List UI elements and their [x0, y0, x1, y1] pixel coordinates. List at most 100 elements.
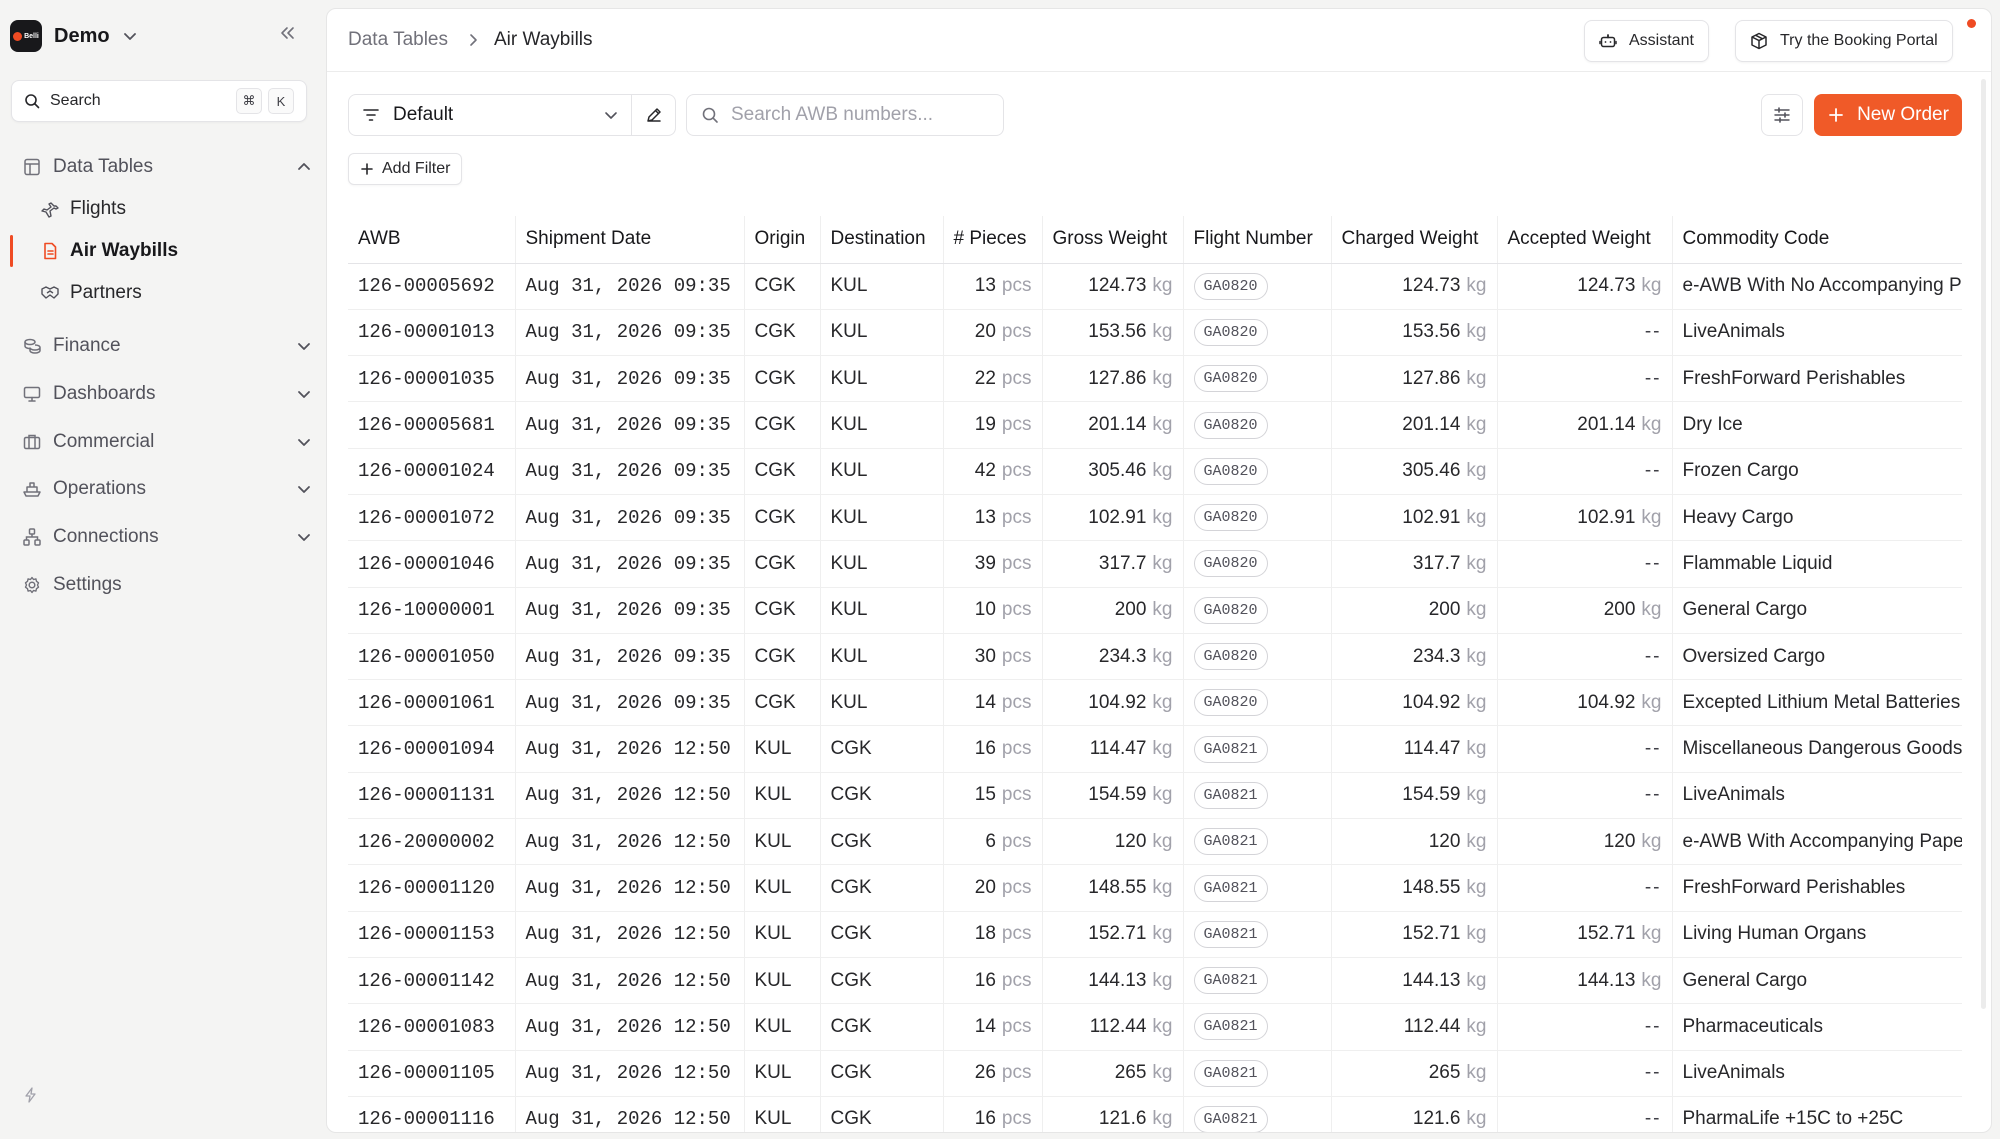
view-selector[interactable]: Default: [348, 94, 632, 136]
awb-cell: 126-00001035: [348, 355, 515, 403]
flight-number-badge[interactable]: GA0820: [1193, 689, 1268, 717]
awb-search-input[interactable]: [731, 104, 981, 126]
column-settings-button[interactable]: [1761, 94, 1803, 136]
column-header-accepted-weight[interactable]: Accepted Weight: [1496, 216, 1672, 264]
table-row[interactable]: 126-00001046 Aug 31, 2026 09:35 CGK KUL 39 pc…: [348, 540, 1962, 588]
shortcut-mod-key: ⌘: [236, 88, 262, 114]
table-row[interactable]: 126-00001072 Aug 31, 2026 09:35 CGK KUL 13 pc…: [348, 494, 1962, 542]
flight-number-badge[interactable]: GA0821: [1193, 735, 1268, 763]
flight-number-badge[interactable]: GA0821: [1193, 1013, 1268, 1041]
sidebar-item-settings[interactable]: Settings: [20, 566, 312, 604]
origin-cell: KUL: [743, 957, 820, 1005]
gross-weight-cell: 305.46 kg: [1041, 448, 1183, 495]
table-row[interactable]: 126-00001061 Aug 31, 2026 09:35 CGK KUL 14 pc…: [348, 679, 1962, 727]
table-row[interactable]: 126-00001024 Aug 31, 2026 09:35 CGK KUL 42 pc…: [348, 448, 1962, 495]
table-row[interactable]: 126-10000001 Aug 31, 2026 09:35 CGK KUL 10 pc…: [348, 587, 1962, 634]
gross-weight-cell-unit: kg: [1152, 552, 1173, 574]
column-header-flight-number[interactable]: Flight Number: [1182, 216, 1331, 264]
sidebar-item-connections[interactable]: Connections: [20, 518, 312, 556]
column-header-shipment-date[interactable]: Shipment Date: [514, 216, 744, 264]
bolt-icon[interactable]: [23, 1087, 39, 1103]
sidebar-item-flights[interactable]: Flights: [40, 190, 312, 228]
table-row[interactable]: 126-00001050 Aug 31, 2026 09:35 CGK KUL 30 pc…: [348, 633, 1962, 681]
pieces-cell: 20 pcs: [942, 864, 1042, 912]
breadcrumb-parent[interactable]: Data Tables: [348, 29, 448, 51]
pieces-cell: 14 pcs: [942, 679, 1042, 727]
charged-weight-cell-unit: kg: [1466, 691, 1487, 713]
sidebar-item-finance[interactable]: Finance: [20, 327, 312, 365]
table-row[interactable]: 126-00001083 Aug 31, 2026 12:50 KUL CGK 14 pc…: [348, 1003, 1962, 1051]
table-row[interactable]: 126-00001116 Aug 31, 2026 12:50 KUL CGK 16 pc…: [348, 1096, 1962, 1132]
table-row[interactable]: 126-00001094 Aug 31, 2026 12:50 KUL CGK 16 pc…: [348, 725, 1962, 773]
table-row[interactable]: 126-00001035 Aug 31, 2026 09:35 CGK KUL 22 pc…: [348, 355, 1962, 403]
flight-number-badge[interactable]: GA0821: [1193, 1105, 1268, 1132]
accepted-weight-cell: --: [1496, 772, 1672, 820]
table-row[interactable]: 126-00001105 Aug 31, 2026 12:50 KUL CGK 26 pc…: [348, 1050, 1962, 1097]
sidebar-item-commercial[interactable]: Commercial: [20, 423, 312, 461]
column-header-awb[interactable]: AWB: [348, 216, 515, 264]
flight-number-badge[interactable]: GA0820: [1193, 643, 1268, 671]
sidebar-item-data-tables[interactable]: Data Tables: [20, 148, 312, 186]
flight-number-badge[interactable]: GA0820: [1193, 550, 1268, 578]
column-header-commodity-code[interactable]: Commodity Code: [1671, 216, 1962, 264]
workspace-switcher[interactable]: Belli Demo: [10, 18, 138, 54]
charged-weight-cell-unit: kg: [1466, 1062, 1487, 1084]
flight-number-badge[interactable]: GA0821: [1193, 781, 1268, 809]
accepted-weight-cell-value: 200: [1603, 599, 1636, 621]
empty-value-dash: --: [1644, 321, 1662, 343]
flight-number-badge[interactable]: GA0820: [1193, 318, 1268, 346]
table-row[interactable]: 126-00001120 Aug 31, 2026 12:50 KUL CGK 20 pc…: [348, 864, 1962, 912]
accepted-weight-cell: 104.92 kg: [1496, 679, 1672, 727]
flight-number-badge[interactable]: GA0820: [1193, 365, 1268, 393]
edit-view-button[interactable]: [632, 94, 676, 136]
gross-weight-cell-unit: kg: [1152, 877, 1173, 898]
column-header-gross-weight[interactable]: Gross Weight: [1041, 216, 1183, 264]
charged-weight-cell-value: 305.46: [1402, 460, 1461, 482]
destination-cell: CGK: [819, 1050, 943, 1097]
column-header-origin[interactable]: Origin: [743, 216, 820, 264]
scrollbar[interactable]: [1981, 79, 1986, 1009]
shipment-date-cell: Aug 31, 2026 12:50: [514, 1050, 744, 1097]
table-row[interactable]: 126-00001153 Aug 31, 2026 12:50 KUL CGK 18 pc…: [348, 911, 1962, 958]
logo-text: Belli: [24, 32, 39, 40]
sidebar-item-partners[interactable]: Partners: [40, 274, 312, 312]
table-row[interactable]: 126-00005681 Aug 31, 2026 09:35 CGK KUL 19 pc…: [348, 401, 1962, 449]
sidebar-item-operations[interactable]: Operations: [20, 470, 312, 508]
awb-search[interactable]: [686, 94, 1004, 136]
flight-number-badge[interactable]: GA0821: [1193, 828, 1268, 856]
awb-cell: 126-00001116: [348, 1096, 515, 1132]
table-row[interactable]: 126-00001142 Aug 31, 2026 12:50 KUL CGK 16 pc…: [348, 957, 1962, 1005]
flight-number-badge[interactable]: GA0821: [1193, 1059, 1268, 1087]
sidebar-item-dashboards[interactable]: Dashboards: [20, 375, 312, 413]
column-header-charged-weight[interactable]: Charged Weight: [1330, 216, 1497, 264]
table-row[interactable]: 126-20000002 Aug 31, 2026 12:50 KUL CGK 6 pcs…: [348, 818, 1962, 866]
add-filter-button[interactable]: Add Filter: [348, 153, 463, 185]
shipment-date-cell: Aug 31, 2026 09:35: [514, 587, 744, 634]
sidebar-item-air-waybills[interactable]: Air Waybills: [40, 232, 312, 270]
flight-number-badge[interactable]: GA0820: [1193, 457, 1268, 485]
assistant-button[interactable]: Assistant: [1584, 20, 1709, 62]
collapse-sidebar-icon[interactable]: [278, 24, 296, 42]
awb-cell: 126-00001013: [348, 309, 515, 357]
add-filter-label: Add Filter: [382, 160, 451, 177]
column-header-pieces[interactable]: # Pieces: [942, 216, 1042, 264]
flight-number-badge[interactable]: GA0821: [1193, 967, 1268, 995]
flight-number-badge[interactable]: GA0821: [1193, 874, 1268, 902]
table-row[interactable]: 126-00005692 Aug 31, 2026 09:35 CGK KUL 13 pc…: [348, 263, 1962, 310]
table-row[interactable]: 126-00001131 Aug 31, 2026 12:50 KUL CGK 15 pc…: [348, 772, 1962, 820]
flight-number-badge[interactable]: GA0820: [1193, 411, 1268, 439]
flight-number-badge[interactable]: GA0820: [1193, 596, 1268, 624]
charged-weight-cell-unit: kg: [1466, 969, 1487, 991]
new-order-button[interactable]: New Order: [1814, 94, 1962, 136]
booking-portal-button[interactable]: Try the Booking Portal: [1735, 20, 1953, 62]
table-row[interactable]: 126-00001013 Aug 31, 2026 09:35 CGK KUL 20 pc…: [348, 309, 1962, 357]
flight-number-badge[interactable]: GA0821: [1193, 920, 1268, 948]
sidebar: Belli Demo Search ⌘ K Data Tables Flight…: [0, 0, 325, 1139]
sidebar-search[interactable]: Search ⌘ K: [11, 80, 307, 122]
charged-weight-cell-value: 104.92: [1402, 691, 1461, 713]
origin-cell: KUL: [743, 1003, 820, 1051]
flight-number-badge[interactable]: GA0820: [1193, 272, 1268, 300]
pieces-cell-value: 16: [974, 969, 996, 991]
flight-number-badge[interactable]: GA0820: [1193, 504, 1268, 532]
column-header-destination[interactable]: Destination: [819, 216, 943, 264]
